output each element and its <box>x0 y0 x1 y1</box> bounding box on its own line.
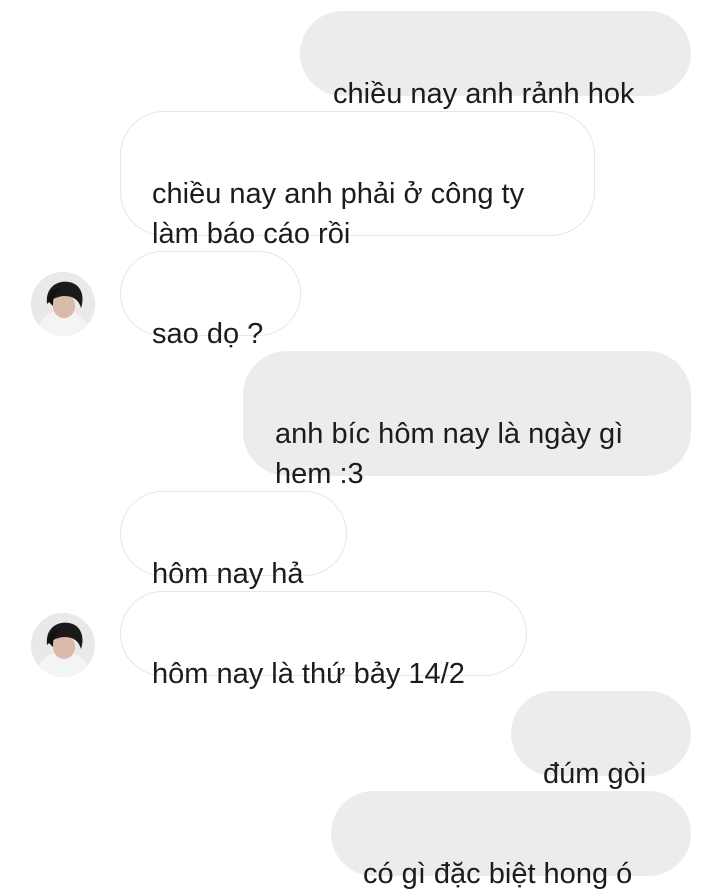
message-text: hôm nay hả <box>152 558 304 590</box>
message-text: chiều nay anh phải ở công ty làm báo cáo… <box>152 178 525 250</box>
message-text: có gì đặc biệt hong ó <box>363 858 633 890</box>
avatar-photo-icon <box>31 613 95 677</box>
message-bubble-outgoing[interactable]: có gì đặc biệt hong ó <box>331 791 691 890</box>
message-bubble-outgoing[interactable]: đúm gòi <box>511 691 691 790</box>
contact-avatar[interactable] <box>31 613 95 677</box>
message-text: hôm nay là thứ bảy 14/2 <box>152 658 465 690</box>
message-bubble-outgoing[interactable]: anh bíc hôm nay là ngày gì hem :3 <box>243 351 691 490</box>
message-bubble-incoming[interactable]: chiều nay anh phải ở công ty làm báo cáo… <box>120 111 595 250</box>
message-text: anh bíc hôm nay là ngày gì hem :3 <box>275 418 624 490</box>
message-bubble-incoming[interactable]: sao dọ ? <box>120 251 301 350</box>
message-text: sao dọ ? <box>152 318 264 350</box>
message-bubble-incoming[interactable]: hôm nay hả <box>120 491 347 590</box>
chat-thread: chiều nay anh rảnh hok chiều nay anh phả… <box>0 0 714 890</box>
message-text: chiều nay anh rảnh hok <box>333 78 635 110</box>
message-bubble-incoming[interactable]: hôm nay là thứ bảy 14/2 <box>120 591 527 690</box>
avatar-photo-icon <box>31 272 95 336</box>
message-bubble-outgoing[interactable]: chiều nay anh rảnh hok <box>300 11 691 110</box>
contact-avatar[interactable] <box>31 272 95 336</box>
message-text: đúm gòi <box>543 758 647 790</box>
